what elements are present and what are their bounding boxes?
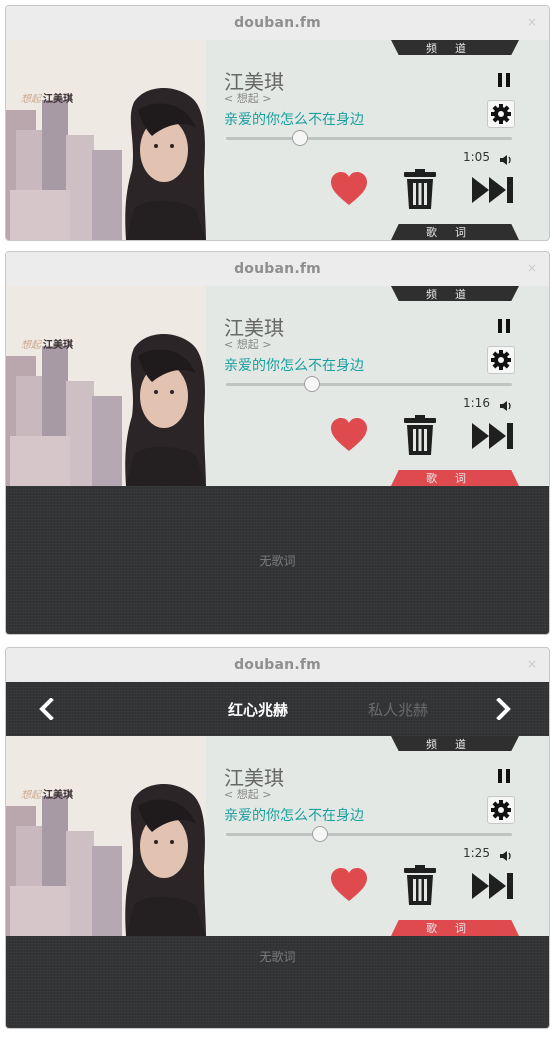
player-panel: 想起 江美琪 频道江美琪 < 想起 > 亲爱的你怎么不在身边 1:25 歌词 xyxy=(6,736,549,936)
play-time: 1:16 xyxy=(463,396,490,410)
channel-bar: 红心兆赫 私人兆赫 xyxy=(6,682,549,736)
volume-icon[interactable] xyxy=(499,847,513,861)
lyrics-empty-text: 无歌词 xyxy=(259,950,296,964)
window-title: douban.fm xyxy=(234,657,321,673)
cover-scribble-text: 想起 xyxy=(21,790,41,801)
player-panel: 想起 江美琪 频道江美琪 < 想起 > 亲爱的你怎么不在身边 1:16 歌词 xyxy=(6,286,549,486)
album-name[interactable]: < 想起 > xyxy=(224,90,271,106)
album-cover: 想起 江美琪 xyxy=(6,286,206,486)
trash-icon[interactable] xyxy=(404,865,436,905)
song-title: 亲爱的你怎么不在身边 xyxy=(224,358,364,374)
lyrics-tab[interactable]: 歌词 xyxy=(391,224,519,240)
cover-artist-text: 江美琪 xyxy=(43,94,73,105)
cover-artist-text: 江美琪 xyxy=(43,340,73,351)
close-icon[interactable]: × xyxy=(527,657,537,671)
pause-icon[interactable] xyxy=(496,768,512,784)
skip-icon[interactable] xyxy=(472,873,514,899)
channel-tab[interactable]: 频道 xyxy=(391,40,519,55)
progress-bar[interactable] xyxy=(226,826,512,842)
chevron-left-icon[interactable] xyxy=(37,697,55,721)
album-name[interactable]: < 想起 > xyxy=(224,786,271,802)
cover-scribble-text: 想起 xyxy=(21,94,41,105)
volume-icon[interactable] xyxy=(499,151,513,165)
channel-tab[interactable]: 频道 xyxy=(391,736,519,751)
lyrics-panel: 无歌词 xyxy=(6,936,549,1028)
gear-icon[interactable] xyxy=(487,796,515,824)
skip-icon[interactable] xyxy=(472,423,514,449)
window-title: douban.fm xyxy=(234,261,321,277)
heart-icon[interactable] xyxy=(330,417,368,453)
skip-icon[interactable] xyxy=(472,177,514,203)
progress-knob[interactable] xyxy=(304,376,320,392)
track-info: 频道 江美琪 < 想起 > 亲爱的你怎么不在身边 1:25 歌词 xyxy=(206,736,549,936)
track-info: 频道 江美琪 < 想起 > 亲爱的你怎么不在身边 1:05 歌词 xyxy=(206,40,549,240)
cover-artist-text: 江美琪 xyxy=(43,790,73,801)
heart-icon[interactable] xyxy=(330,171,368,207)
progress-knob[interactable] xyxy=(312,826,328,842)
song-title: 亲爱的你怎么不在身边 xyxy=(224,808,364,824)
progress-knob[interactable] xyxy=(292,130,308,146)
gear-icon[interactable] xyxy=(487,346,515,374)
track-info: 频道 江美琪 < 想起 > 亲爱的你怎么不在身边 1:16 歌词 xyxy=(206,286,549,486)
progress-bar[interactable] xyxy=(226,376,512,392)
channel-current[interactable]: 红心兆赫 xyxy=(228,699,288,720)
gear-icon[interactable] xyxy=(487,100,515,128)
player-window: douban.fm × 想起 江美琪 频道江美琪 < 想起 > 亲爱的你怎么不在身边 1… xyxy=(5,251,550,635)
window-title: douban.fm xyxy=(234,15,321,31)
player-window: douban.fm × 红心兆赫 私人兆赫 想起 江美琪 频道江美琪 < 想起 > 亲爱的… xyxy=(5,647,550,1029)
title-bar[interactable]: douban.fm × xyxy=(6,6,549,40)
player-window: douban.fm × 想起 江美琪 频道江美琪 < 想起 > 亲爱的你怎么不在身边 1… xyxy=(5,5,550,241)
lyrics-panel: 无歌词 xyxy=(6,486,549,634)
cover-scribble-text: 想起 xyxy=(21,340,41,351)
chevron-right-icon[interactable] xyxy=(495,697,513,721)
title-bar[interactable]: douban.fm × xyxy=(6,648,549,682)
lyrics-tab[interactable]: 歌词 xyxy=(391,470,519,486)
heart-icon[interactable] xyxy=(330,867,368,903)
trash-icon[interactable] xyxy=(404,169,436,209)
play-time: 1:05 xyxy=(463,150,490,164)
trash-icon[interactable] xyxy=(404,415,436,455)
play-time: 1:25 xyxy=(463,846,490,860)
album-cover: 想起 江美琪 xyxy=(6,40,206,240)
album-cover: 想起 江美琪 xyxy=(6,736,206,936)
player-panel: 想起 江美琪 频道江美琪 < 想起 > 亲爱的你怎么不在身边 1:05 歌词 xyxy=(6,40,549,240)
close-icon[interactable]: × xyxy=(527,15,537,29)
progress-bar[interactable] xyxy=(226,130,512,146)
lyrics-empty-text: 无歌词 xyxy=(259,553,296,568)
channel-tab[interactable]: 频道 xyxy=(391,286,519,301)
album-name[interactable]: < 想起 > xyxy=(224,336,271,352)
lyrics-tab[interactable]: 歌词 xyxy=(391,920,519,936)
volume-icon[interactable] xyxy=(499,397,513,411)
pause-icon[interactable] xyxy=(496,318,512,334)
title-bar[interactable]: douban.fm × xyxy=(6,252,549,286)
channel-next[interactable]: 私人兆赫 xyxy=(368,699,428,720)
pause-icon[interactable] xyxy=(496,72,512,88)
close-icon[interactable]: × xyxy=(527,261,537,275)
song-title: 亲爱的你怎么不在身边 xyxy=(224,112,364,128)
